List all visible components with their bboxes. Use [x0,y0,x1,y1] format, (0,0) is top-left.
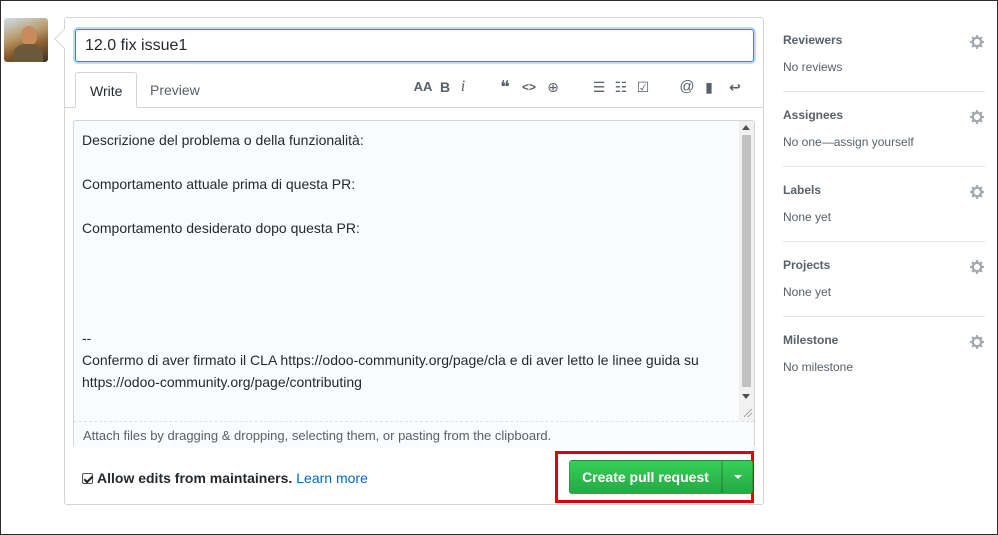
gear-icon[interactable] [969,109,985,125]
quote-icon[interactable]: ❝ [495,76,515,98]
scroll-down-arrow-icon[interactable] [742,394,750,399]
caret-down-icon [734,475,742,479]
sidebar-value: None yet [783,210,832,224]
bullet-list-icon[interactable]: ☰ [589,76,609,98]
sidebar-section-milestone: Milestone No milestone [783,317,985,392]
sidebar-heading: Labels [783,183,822,197]
gear-icon[interactable] [969,34,985,50]
pr-title-input[interactable] [75,29,754,62]
pr-body-textarea[interactable]: Descrizione del problema o della funzion… [74,121,739,419]
user-avatar[interactable] [4,18,48,62]
sidebar-value: No reviews [783,60,843,74]
gear-icon[interactable] [969,184,985,200]
bold-icon[interactable]: B [435,76,455,98]
sidebar-value: No milestone [783,360,854,374]
sidebar-section-projects: Projects None yet [783,242,985,317]
sidebar-section-assignees: Assignees No one—assign yourself [783,92,985,167]
body-editor: Descrizione del problema o della funzion… [73,120,755,448]
allow-edits-checkbox[interactable] [82,473,93,484]
gear-icon[interactable] [969,259,985,275]
code-icon[interactable]: <> [519,76,539,98]
tab-preview[interactable]: Preview [136,72,214,108]
highlight-box: Create pull request [555,451,754,503]
sidebar-section-reviewers: Reviewers No reviews [783,17,985,92]
sidebar-value[interactable]: No one—assign yourself [783,135,914,149]
sidebar-heading: Reviewers [783,33,843,47]
mention-icon[interactable]: @ [677,76,697,98]
link-icon[interactable]: ⊕ [543,76,563,98]
scroll-up-arrow-icon[interactable] [742,125,750,130]
create-pull-request-button[interactable]: Create pull request [569,460,722,494]
scrollbar-thumb[interactable] [742,135,751,387]
allow-edits-label: Allow edits from maintainers. [97,470,293,486]
pull-request-composer: Write Preview AA B i ❝ <> ⊕ ☰ ☷ ☑ @ ▮ ↩ … [54,17,764,505]
reply-icon[interactable]: ↩ [723,76,747,98]
attach-files-hint[interactable]: Attach files by dragging & dropping, sel… [74,421,754,448]
sidebar-heading: Projects [783,258,831,272]
numbered-list-icon[interactable]: ☷ [611,76,631,98]
italic-icon[interactable]: i [453,76,473,98]
sidebar-heading: Milestone [783,333,839,347]
bookmark-icon[interactable]: ▮ [699,76,719,98]
avatar-head-shape [21,26,37,46]
avatar-body-shape [13,44,43,62]
composer-pointer [54,29,74,49]
task-list-icon[interactable]: ☑ [633,76,653,98]
sidebar-heading: Assignees [783,108,844,122]
sidebar-value: None yet [783,285,832,299]
allow-edits-row: Allow edits from maintainers. Learn more [82,468,368,488]
tab-write[interactable]: Write [75,72,138,108]
heading-icon[interactable]: AA [411,76,435,98]
gear-icon[interactable] [969,334,985,350]
learn-more-link[interactable]: Learn more [296,470,368,486]
create-pr-dropdown-button[interactable] [722,460,753,494]
sidebar-section-labels: Labels None yet [783,167,985,242]
resize-grip-icon[interactable] [744,409,752,417]
editor-scrollbar[interactable] [739,121,754,421]
